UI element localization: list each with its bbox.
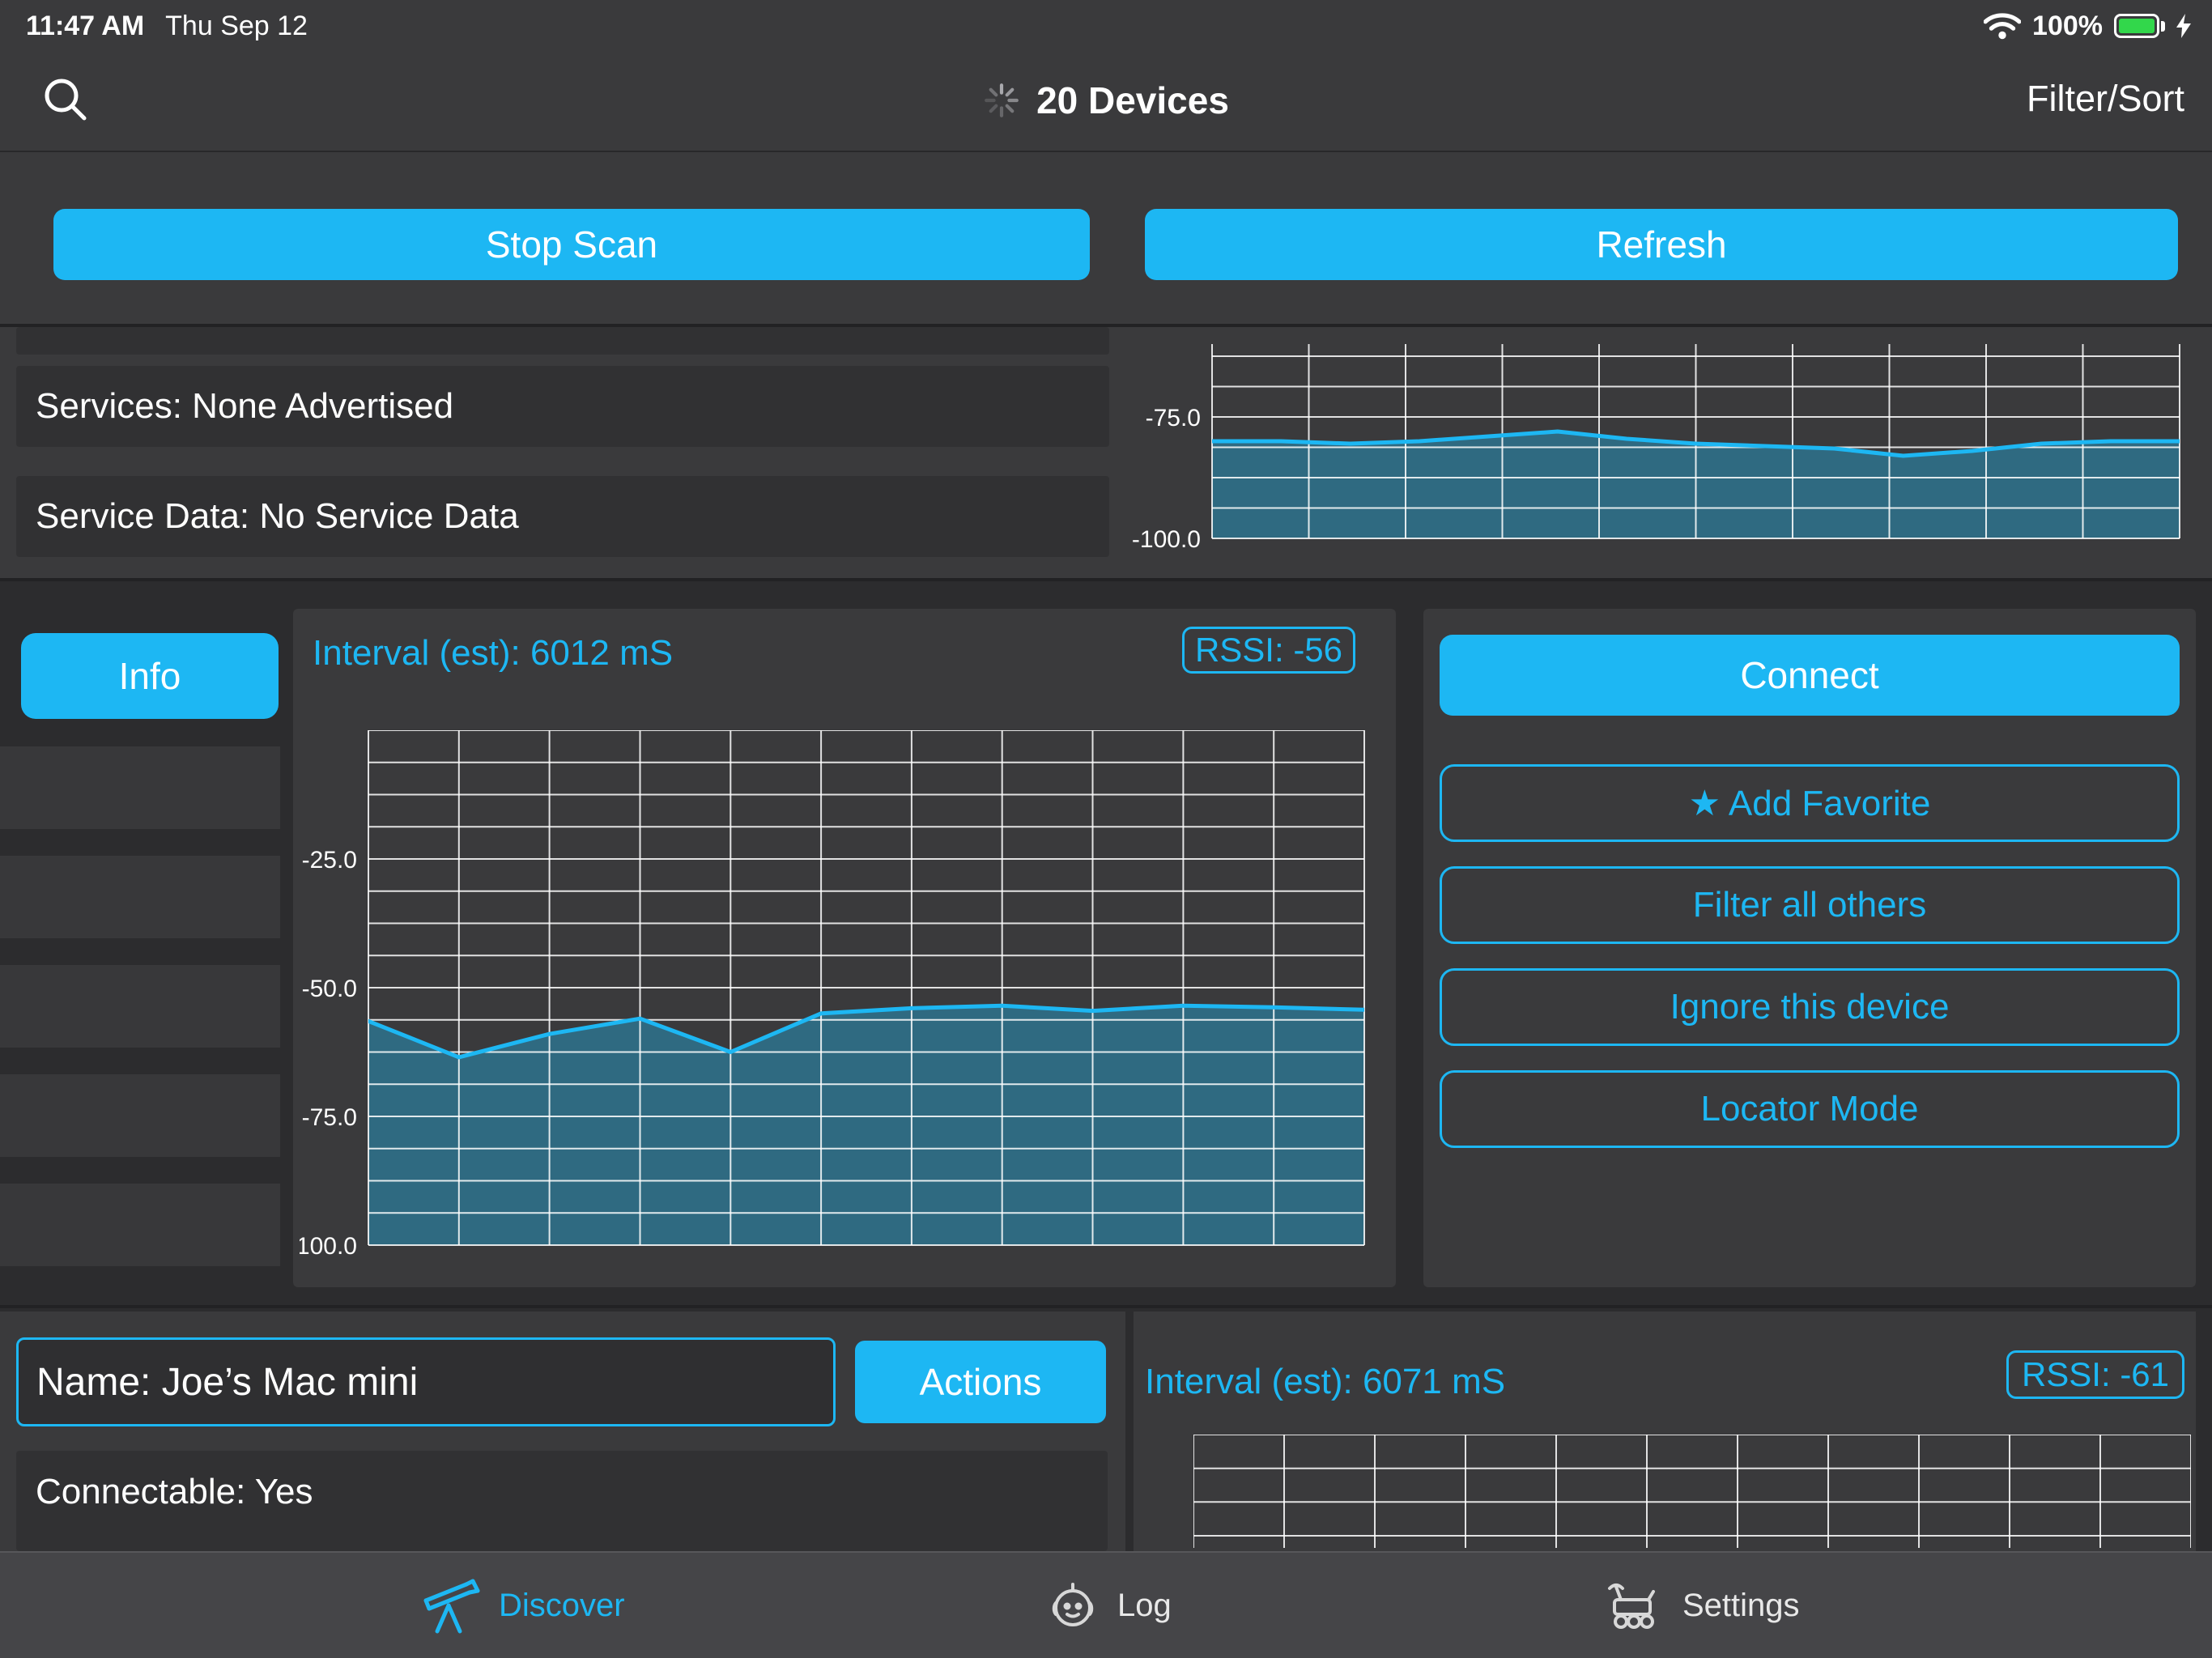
rssi-badge: RSSI: -61	[2006, 1350, 2184, 1399]
svg-text:-75.0: -75.0	[1146, 405, 1201, 432]
ignore-device-button[interactable]: Ignore this device	[1440, 968, 2180, 1046]
status-indicators: 100%	[1984, 8, 2191, 44]
battery-icon	[2114, 14, 2165, 38]
tab-label: Discover	[499, 1588, 625, 1624]
bottom-device-chart-card: Interval (est): 6071 mS RSSI: -61	[1134, 1312, 2196, 1551]
status-date: Thu Sep 12	[165, 11, 308, 41]
nav-bar: 20 Devices Filter/Sort	[0, 50, 2212, 151]
svg-text:-50.0: -50.0	[302, 976, 357, 1002]
device-list-item[interactable]	[0, 1074, 280, 1157]
wifi-icon	[1984, 12, 2021, 40]
nav-divider	[0, 151, 2212, 152]
device-actions-card: Connect ★ Add Favorite Filter all others…	[1423, 609, 2196, 1287]
header: 11:47 AM Thu Sep 12 100%	[0, 0, 2212, 324]
interval-label: Interval (est): 6071 mS	[1145, 1362, 1505, 1402]
rover-icon	[1602, 1579, 1665, 1632]
tab-bar: Discover Log Settings	[0, 1551, 2212, 1658]
service-data-row: Service Data: No Service Data	[16, 476, 1109, 557]
svg-text:-25.0: -25.0	[302, 847, 357, 874]
interval-label: Interval (est): 6012 mS	[313, 633, 673, 674]
status-time: 11:47 AM	[26, 11, 144, 41]
stop-scan-button[interactable]: Stop Scan	[53, 209, 1090, 280]
device-list-item[interactable]	[0, 856, 280, 938]
battery-percent: 100%	[2032, 11, 2103, 42]
robot-face-icon	[1046, 1579, 1100, 1632]
actions-button[interactable]: Actions	[855, 1341, 1106, 1423]
tab-log[interactable]: Log	[1046, 1553, 1172, 1658]
svg-text:-100.0: -100.0	[1132, 526, 1201, 553]
svg-text:-100.0: -100.0	[300, 1233, 357, 1260]
selected-device-chart-card: Interval (est): 6012 mS RSSI: -56 -25.0-…	[293, 609, 1396, 1287]
device-list-item[interactable]	[0, 746, 280, 829]
rssi-chart-main: -25.0 -50.0 -75.0 -100.0	[300, 730, 1376, 1260]
rssi-badge: RSSI: -56	[1182, 627, 1355, 674]
device-name-field[interactable]: Name: Joe’s Mac mini	[16, 1337, 836, 1426]
filter-all-others-button[interactable]: Filter all others	[1440, 866, 2180, 944]
connectable-row: Connectable: Yes	[16, 1451, 1108, 1551]
section-divider	[0, 578, 2212, 581]
tab-settings[interactable]: Settings	[1602, 1553, 1800, 1658]
rssi-chart-bottom	[1193, 1435, 2191, 1548]
device-list-item[interactable]	[0, 965, 280, 1048]
telescope-icon	[419, 1576, 481, 1635]
section-divider	[0, 1305, 2212, 1308]
charging-bolt-icon	[2176, 14, 2191, 38]
refresh-button[interactable]: Refresh	[1145, 209, 2178, 280]
add-favorite-button[interactable]: ★ Add Favorite	[1440, 764, 2180, 842]
tab-discover[interactable]: Discover	[419, 1553, 625, 1658]
tab-label: Settings	[1682, 1588, 1800, 1624]
top-device-card: Services: None Advertised Service Data: …	[0, 327, 2212, 578]
nav-title-group: 20 Devices	[0, 50, 2212, 151]
bottom-device-card: Name: Joe’s Mac mini Actions Connectable…	[0, 1312, 1125, 1551]
info-button[interactable]: Info	[21, 633, 279, 719]
device-row-partial	[16, 327, 1109, 355]
device-list-item[interactable]	[0, 1184, 280, 1266]
loading-spinner-icon	[983, 82, 1020, 119]
filter-sort-button[interactable]: Filter/Sort	[2027, 78, 2184, 120]
rssi-chart-top: -75.0 -100.0	[1127, 344, 2188, 553]
svg-text:-75.0: -75.0	[302, 1104, 357, 1131]
locator-mode-button[interactable]: Locator Mode	[1440, 1070, 2180, 1148]
status-datetime: 11:47 AM Thu Sep 12	[26, 11, 308, 42]
connect-button[interactable]: Connect	[1440, 635, 2180, 716]
services-row: Services: None Advertised	[16, 366, 1109, 447]
tab-label: Log	[1117, 1588, 1172, 1624]
device-count-title: 20 Devices	[1036, 79, 1229, 122]
